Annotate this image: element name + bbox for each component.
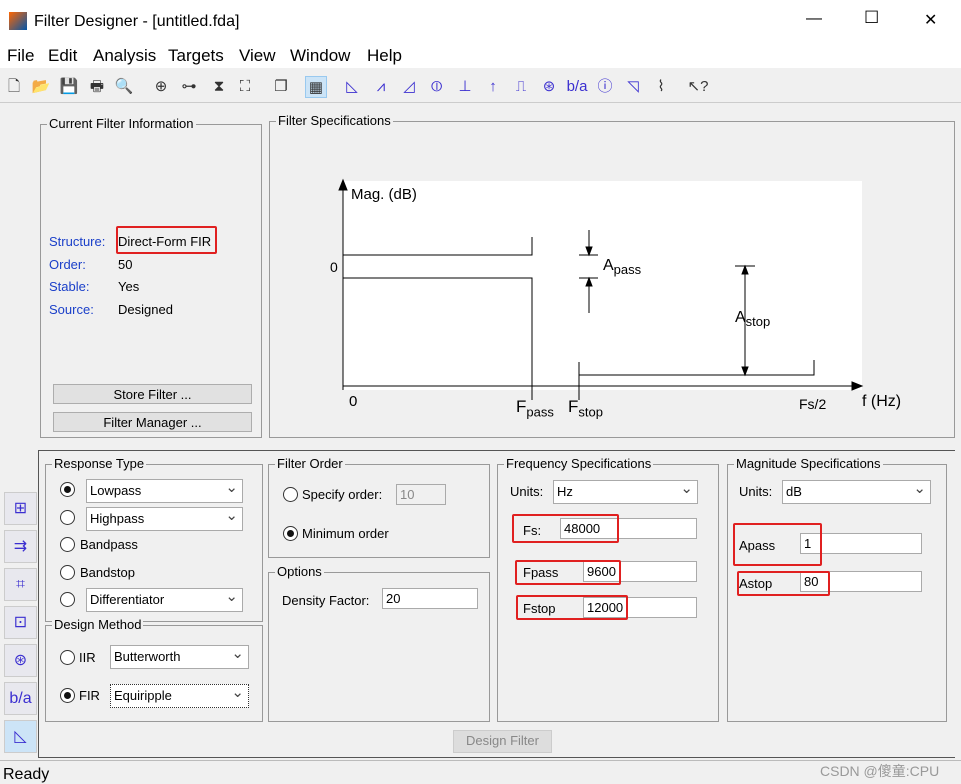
highpass-radio[interactable] (60, 510, 75, 525)
freq-units-label: Units: (510, 484, 544, 499)
bandpass-radio[interactable] (60, 537, 75, 552)
bandpass-label: Bandpass (80, 537, 138, 552)
y-zero-label: 0 (330, 259, 338, 275)
astop-sub: stop (745, 314, 771, 330)
fpass-main: F (516, 397, 527, 416)
minimum-order-radio[interactable] (283, 526, 298, 541)
highlight-box (515, 560, 621, 585)
status-text: Ready (3, 766, 50, 783)
apass-sub: pass (613, 262, 642, 278)
minimum-order-label: Minimum order (302, 526, 389, 541)
order-input[interactable]: 10 (396, 484, 446, 505)
quantize-icon[interactable]: ⌗ (4, 568, 37, 601)
import-filter-icon[interactable]: ⊡ (4, 606, 37, 639)
apass-label: Apass (603, 257, 641, 277)
astop-main: A (735, 309, 746, 326)
freq-units-select[interactable]: Hz (553, 479, 698, 504)
fstop-main: F (568, 397, 579, 416)
panel-title: Magnitude Specifications (734, 456, 883, 471)
lowpass-radio[interactable] (60, 482, 75, 497)
panel-title: Options (275, 564, 324, 579)
density-input[interactable]: 20 (382, 588, 478, 609)
mag-units-select[interactable]: dB (782, 479, 931, 504)
panel-title: Response Type (52, 456, 147, 471)
fpass-sub: pass (526, 404, 554, 420)
fstop-sub: stop (578, 404, 603, 420)
panel-title: Filter Order (275, 456, 345, 471)
plot-area (343, 181, 862, 390)
bandstop-radio[interactable] (60, 565, 75, 580)
fstop-label: Fstop (568, 397, 603, 419)
iir-label: IIR (79, 650, 96, 665)
status-bar: Ready CSDN @傻童:CPU (0, 760, 961, 784)
realize-model-icon[interactable]: ⇉ (4, 530, 37, 563)
fir-method-select[interactable]: Equiripple (110, 683, 249, 708)
panel-title: Frequency Specifications (504, 456, 654, 471)
fpass-label: Fpass (516, 397, 554, 419)
specify-order-radio[interactable] (283, 487, 298, 502)
filter-order-panel: Filter Order (268, 456, 490, 558)
iir-radio[interactable] (60, 650, 75, 665)
bandstop-label: Bandstop (80, 565, 135, 580)
astop-label: Astop (735, 309, 770, 329)
watermark: CSDN @傻童:CPU (820, 763, 940, 779)
specify-order-label: Specify order: (302, 487, 383, 502)
x-zero-label: 0 (349, 393, 358, 410)
highlight-box (516, 595, 628, 620)
panel-title: Design Method (52, 617, 144, 632)
mag-units-label: Units: (739, 484, 773, 499)
lowpass-select[interactable]: Lowpass (86, 478, 243, 503)
fir-radio[interactable] (60, 688, 75, 703)
pole-zero-editor-icon[interactable]: ⊛ (4, 644, 37, 677)
transform-filter-icon[interactable]: ⊞ (4, 492, 37, 525)
design-filter-icon[interactable]: ◺ (4, 720, 37, 753)
highlight-box (737, 571, 830, 596)
apass-main: A (603, 257, 614, 274)
highlight-box (733, 523, 822, 566)
highlight-box (512, 514, 619, 543)
fir-label: FIR (79, 688, 100, 703)
differentiator-radio[interactable] (60, 592, 75, 607)
y-axis-label: Mag. (dB) (351, 186, 417, 203)
fs2-label: Fs/2 (799, 396, 827, 412)
x-axis-label: f (Hz) (862, 393, 902, 410)
iir-method-select[interactable]: Butterworth (110, 644, 249, 669)
design-filter-button[interactable]: Design Filter (453, 730, 552, 753)
density-label: Density Factor: (282, 593, 370, 608)
highpass-select[interactable]: Highpass (86, 506, 243, 531)
differentiator-select[interactable]: Differentiator (86, 587, 243, 612)
multirate-icon[interactable]: b/a (4, 682, 37, 715)
